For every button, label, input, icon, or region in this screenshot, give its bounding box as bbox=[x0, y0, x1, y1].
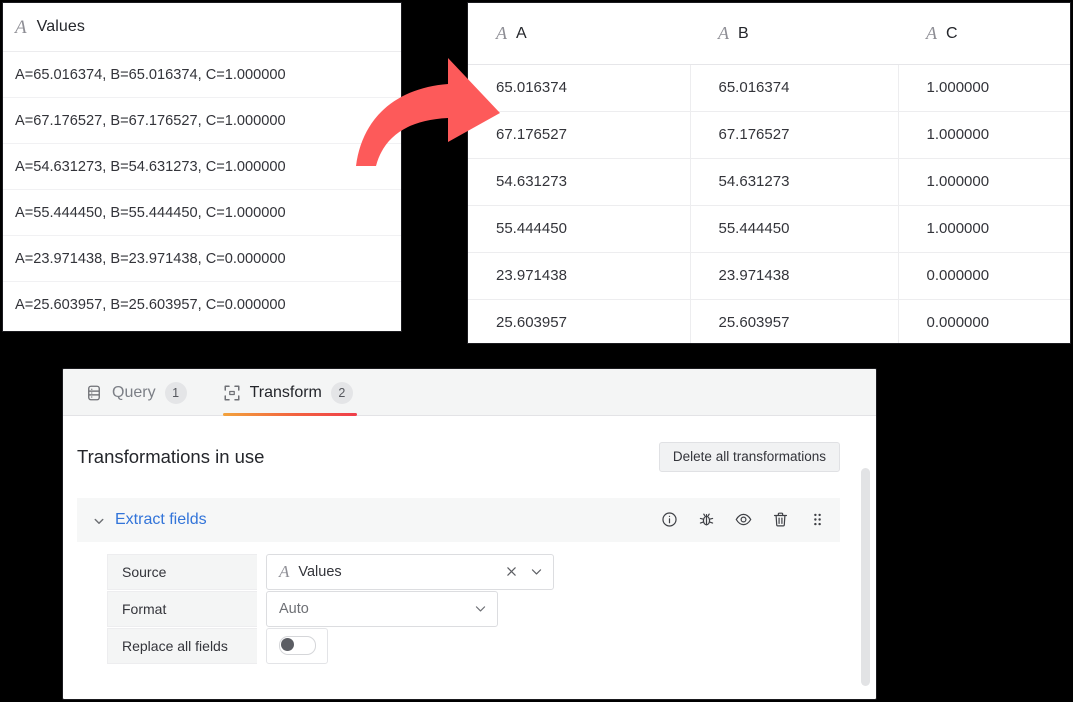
debug-bug-icon[interactable] bbox=[698, 511, 715, 528]
table-cell: 23.971438 bbox=[468, 252, 691, 300]
transformation-card: Extract fields Source A Values Format Au… bbox=[77, 497, 840, 664]
table-row: 67.176527 67.176527 1.000000 bbox=[468, 111, 1070, 159]
list-item: A=55.444450, B=55.444450, C=1.000000 bbox=[3, 190, 401, 236]
field-label: Replace all fields bbox=[107, 627, 257, 664]
replace-all-fields-toggle[interactable] bbox=[278, 636, 316, 655]
format-select[interactable]: Auto bbox=[266, 590, 498, 627]
raw-values-panel: A Values A=65.016374, B=65.016374, C=1.0… bbox=[2, 2, 402, 332]
table-row: 23.971438 23.971438 0.000000 bbox=[468, 252, 1070, 300]
table-cell: 1.000000 bbox=[898, 205, 1070, 253]
list-item: A=67.176527, B=67.176527, C=1.000000 bbox=[3, 98, 401, 144]
table-cell: 54.631273 bbox=[690, 158, 899, 206]
table-header-label: C bbox=[946, 24, 958, 42]
table-row: 54.631273 54.631273 1.000000 bbox=[468, 158, 1070, 206]
page-title: Transformations in use bbox=[77, 445, 265, 467]
raw-values-header: A Values bbox=[3, 3, 401, 52]
table-cell: 55.444450 bbox=[690, 205, 899, 253]
delete-all-transformations-button[interactable]: Delete all transformations bbox=[658, 442, 840, 472]
chevron-down-icon[interactable] bbox=[93, 514, 105, 526]
field-label: Source bbox=[107, 553, 257, 590]
chevron-down-icon[interactable] bbox=[530, 565, 543, 578]
transform-icon bbox=[223, 384, 241, 402]
tab-transform-label: Transform bbox=[249, 384, 322, 401]
source-select-value: Values bbox=[298, 563, 342, 580]
field-label: Format bbox=[107, 590, 257, 627]
table-header-cell[interactable]: AB bbox=[690, 3, 898, 65]
string-type-icon: A bbox=[718, 22, 729, 43]
panel-tabbar: Query 1 Transform 2 bbox=[63, 369, 876, 416]
tab-query-count: 1 bbox=[164, 382, 187, 404]
result-table: AA AB AC 65.016374 65.016374 1.000000 67… bbox=[468, 3, 1070, 343]
transformation-card-header[interactable]: Extract fields bbox=[77, 497, 840, 542]
transformation-fields: Source A Values Format Auto Replace all … bbox=[77, 542, 840, 664]
table-cell: 23.971438 bbox=[690, 252, 899, 300]
table-cell: 54.631273 bbox=[468, 158, 691, 206]
format-select-value: Auto bbox=[279, 600, 309, 617]
transformations-section-header: Transformations in use Delete all transf… bbox=[63, 442, 876, 472]
table-cell: 55.444450 bbox=[468, 205, 691, 253]
eye-icon[interactable] bbox=[735, 511, 752, 528]
table-cell: 67.176527 bbox=[690, 111, 899, 159]
field-row-format: Format Auto bbox=[107, 590, 840, 627]
table-row: 65.016374 65.016374 1.000000 bbox=[468, 64, 1070, 112]
table-header-cell[interactable]: AC bbox=[898, 3, 1070, 65]
drag-handle-icon[interactable] bbox=[809, 511, 826, 528]
database-icon bbox=[85, 384, 103, 402]
table-cell: 67.176527 bbox=[468, 111, 691, 159]
tab-transform-count: 2 bbox=[330, 382, 353, 404]
transform-panel-body: Transformations in use Delete all transf… bbox=[63, 416, 876, 699]
string-type-icon: A bbox=[496, 22, 507, 43]
result-table-panel: AA AB AC 65.016374 65.016374 1.000000 67… bbox=[467, 2, 1071, 344]
tab-query-label: Query bbox=[112, 384, 156, 401]
transform-panel: Query 1 Transform 2 Transformations in u… bbox=[62, 368, 877, 700]
source-select[interactable]: A Values bbox=[266, 553, 554, 590]
table-row: 25.603957 25.603957 0.000000 bbox=[468, 299, 1070, 343]
vertical-scrollbar[interactable] bbox=[861, 468, 870, 686]
tab-transform[interactable]: Transform 2 bbox=[222, 371, 357, 416]
info-icon[interactable] bbox=[661, 511, 678, 528]
table-cell: 1.000000 bbox=[898, 111, 1070, 159]
list-item: A=23.971438, B=23.971438, C=0.000000 bbox=[3, 236, 401, 282]
table-cell: 1.000000 bbox=[898, 64, 1070, 112]
list-item: A=25.603957, B=25.603957, C=0.000000 bbox=[15, 297, 286, 313]
table-header-label: A bbox=[516, 24, 527, 42]
table-cell: 65.016374 bbox=[468, 64, 691, 112]
string-type-icon: A bbox=[15, 16, 27, 38]
table-header-cell[interactable]: AA bbox=[468, 3, 690, 65]
list-item: A=54.631273, B=54.631273, C=1.000000 bbox=[3, 144, 401, 190]
close-icon[interactable] bbox=[505, 565, 518, 578]
replace-all-fields-toggle-wrap bbox=[266, 627, 328, 664]
toggle-knob bbox=[280, 638, 294, 651]
table-cell: 65.016374 bbox=[690, 64, 899, 112]
tab-query[interactable]: Query 1 bbox=[85, 371, 191, 415]
string-type-icon: A bbox=[926, 22, 937, 43]
table-cell: 25.603957 bbox=[690, 299, 899, 343]
table-cell: 1.000000 bbox=[898, 158, 1070, 206]
table-row: 55.444450 55.444450 1.000000 bbox=[468, 205, 1070, 253]
transformation-title[interactable]: Extract fields bbox=[115, 511, 207, 529]
table-cell: 25.603957 bbox=[468, 299, 691, 343]
table-header-row: AA AB AC bbox=[468, 3, 1070, 65]
table-cell: 0.000000 bbox=[898, 299, 1070, 343]
field-row-replace-all-fields: Replace all fields bbox=[107, 627, 840, 664]
raw-values-column-name: Values bbox=[36, 18, 85, 35]
trash-icon[interactable] bbox=[772, 511, 789, 528]
table-header-label: B bbox=[738, 24, 749, 42]
list-item: A=65.016374, B=65.016374, C=1.000000 bbox=[3, 52, 401, 98]
string-type-icon: A bbox=[279, 562, 290, 581]
table-cell: 0.000000 bbox=[898, 252, 1070, 300]
transformation-actions bbox=[661, 511, 826, 528]
field-row-source: Source A Values bbox=[107, 553, 840, 590]
chevron-down-icon[interactable] bbox=[474, 602, 487, 615]
